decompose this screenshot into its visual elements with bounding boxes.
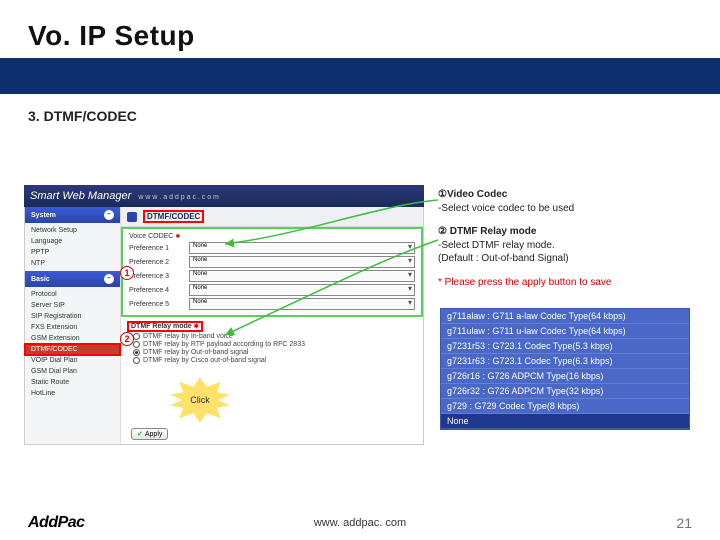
main-pane: DTMF/CODEC Voice CODEC✱ Preference 1None… bbox=[121, 207, 423, 444]
callout-1-marker: 1 bbox=[120, 266, 134, 280]
breadcrumb-title: DTMF/CODEC bbox=[143, 210, 204, 223]
radio-icon bbox=[133, 357, 140, 364]
sidebar-item-hotline[interactable]: HotLine bbox=[25, 388, 120, 399]
sidebar-item-language[interactable]: Language bbox=[25, 236, 120, 247]
sidebar-item-fxs[interactable]: FXS Extension bbox=[25, 322, 120, 333]
sidebar-section-label: Basic bbox=[31, 276, 50, 283]
pref5-label: Preference 5 bbox=[129, 301, 189, 308]
collapse-icon[interactable]: – bbox=[104, 274, 114, 284]
codec-option[interactable]: g711ulaw : G711 u-law Codec Type(64 kbps… bbox=[441, 324, 689, 339]
page-title: Vo. IP Setup bbox=[28, 20, 720, 52]
note2-body1: -Select DTMF relay mode. bbox=[438, 239, 698, 253]
sidebar-section-basic[interactable]: Basic – bbox=[25, 271, 120, 287]
dtmf-option-rfc2833[interactable]: DTMF relay by RTP payload according to R… bbox=[133, 341, 415, 348]
home-icon[interactable] bbox=[127, 212, 137, 222]
sidebar-item-ntp[interactable]: NTP bbox=[25, 258, 120, 269]
apply-label: Apply bbox=[145, 431, 163, 438]
dtmf-block: DTMF Relay mode✱ DTMF relay by In-band v… bbox=[121, 317, 423, 371]
radio-icon bbox=[133, 349, 140, 356]
note2-title: ② DTMF Relay mode bbox=[438, 225, 698, 239]
sidebar-item-network[interactable]: Network Setup bbox=[25, 225, 120, 236]
sidebar-item-sipreg[interactable]: SIP Registration bbox=[25, 311, 120, 322]
sidebar-item-voipdial[interactable]: VOIP Dial Plan bbox=[25, 355, 120, 366]
swm-url: w w w . a d d p a c . c o m bbox=[138, 194, 219, 201]
required-icon: ✱ bbox=[175, 233, 180, 240]
pref3-label: Preference 3 bbox=[129, 273, 189, 280]
addpac-logo: AddPac bbox=[28, 514, 85, 532]
pref4-label: Preference 4 bbox=[129, 287, 189, 294]
sidebar-item-dtmfcodec[interactable]: DTMF/CODEC bbox=[25, 344, 120, 355]
codec-option[interactable]: g726r16 : G726 ADPCM Type(16 kbps) bbox=[441, 369, 689, 384]
sidebar-section-system[interactable]: System – bbox=[25, 207, 120, 223]
radio-icon bbox=[133, 341, 140, 348]
dtmf-option-outofband[interactable]: DTMF relay by Out-of-band signal bbox=[133, 349, 415, 356]
click-burst: Click bbox=[170, 378, 230, 422]
sidebar-item-pptp[interactable]: PPTP bbox=[25, 247, 120, 258]
pref5-select[interactable]: None bbox=[189, 298, 415, 310]
swm-title: Smart Web Manager bbox=[30, 190, 131, 202]
sidebar-item-staticroute[interactable]: Static Route bbox=[25, 377, 120, 388]
voice-codec-label: Voice CODEC✱ bbox=[129, 233, 189, 240]
apply-button[interactable]: ✓ Apply bbox=[131, 428, 168, 440]
section-subheading: 3. DTMF/CODEC bbox=[0, 94, 720, 124]
sidebar-item-protocol[interactable]: Protocol bbox=[25, 289, 120, 300]
sidebar-item-gsmdial[interactable]: GSM Dial Plan bbox=[25, 366, 120, 377]
annotation-notes: ①Video Codec -Select voice codec to be u… bbox=[438, 188, 698, 289]
pref2-label: Preference 2 bbox=[129, 259, 189, 266]
note1-title: ①Video Codec bbox=[438, 188, 698, 202]
sidebar-item-gsmext[interactable]: GSM Extension bbox=[25, 333, 120, 344]
pref1-label: Preference 1 bbox=[129, 245, 189, 252]
pref4-select[interactable]: None bbox=[189, 284, 415, 296]
apply-note: * Please press the apply button to save bbox=[438, 276, 698, 290]
title-band bbox=[0, 58, 720, 94]
pref2-select[interactable]: None bbox=[189, 256, 415, 268]
breadcrumb: DTMF/CODEC bbox=[121, 207, 423, 227]
footer: AddPac www. addpac. com 21 bbox=[0, 514, 720, 532]
sidebar-item-serversip[interactable]: Server SIP bbox=[25, 300, 120, 311]
radio-icon bbox=[133, 333, 140, 340]
footer-url: www. addpac. com bbox=[314, 517, 406, 529]
codec-dropdown-list[interactable]: g711alaw : G711 a-law Codec Type(64 kbps… bbox=[440, 308, 690, 430]
sidebar: System – Network Setup Language PPTP NTP… bbox=[25, 207, 121, 444]
dtmf-option-inband[interactable]: DTMF relay by In-band voice bbox=[133, 333, 415, 340]
page-number: 21 bbox=[676, 515, 692, 531]
codec-option[interactable]: g7231r63 : G723.1 Codec Type(6.3 kbps) bbox=[441, 354, 689, 369]
codec-option[interactable]: g7231r53 : G723.1 Codec Type(5.3 kbps) bbox=[441, 339, 689, 354]
note1-body: -Select voice codec to be used bbox=[438, 202, 698, 216]
pref1-select[interactable]: None bbox=[189, 242, 415, 254]
check-icon: ✓ bbox=[137, 430, 143, 438]
dtmf-option-cisco[interactable]: DTMF relay by Cisco out-of-band signal bbox=[133, 357, 415, 364]
codec-option[interactable]: g726r32 : G726 ADPCM Type(32 kbps) bbox=[441, 384, 689, 399]
dtmf-relay-label: DTMF Relay mode✱ bbox=[129, 323, 201, 330]
click-label: Click bbox=[190, 395, 210, 405]
codec-option[interactable]: g711alaw : G711 a-law Codec Type(64 kbps… bbox=[441, 309, 689, 324]
voice-codec-block: Voice CODEC✱ Preference 1None Preference… bbox=[121, 227, 423, 317]
note2-body2: (Default : Out-of-band Signal) bbox=[438, 252, 698, 266]
callout-2-marker: 2 bbox=[120, 332, 134, 346]
codec-option-selected[interactable]: None bbox=[441, 414, 689, 429]
collapse-icon[interactable]: – bbox=[104, 210, 114, 220]
required-icon: ✱ bbox=[194, 323, 199, 330]
pref3-select[interactable]: None bbox=[189, 270, 415, 282]
codec-option[interactable]: g729 : G729 Codec Type(8 kbps) bbox=[441, 399, 689, 414]
sidebar-section-label: System bbox=[31, 212, 56, 219]
swm-header: Smart Web Manager w w w . a d d p a c . … bbox=[24, 185, 424, 207]
